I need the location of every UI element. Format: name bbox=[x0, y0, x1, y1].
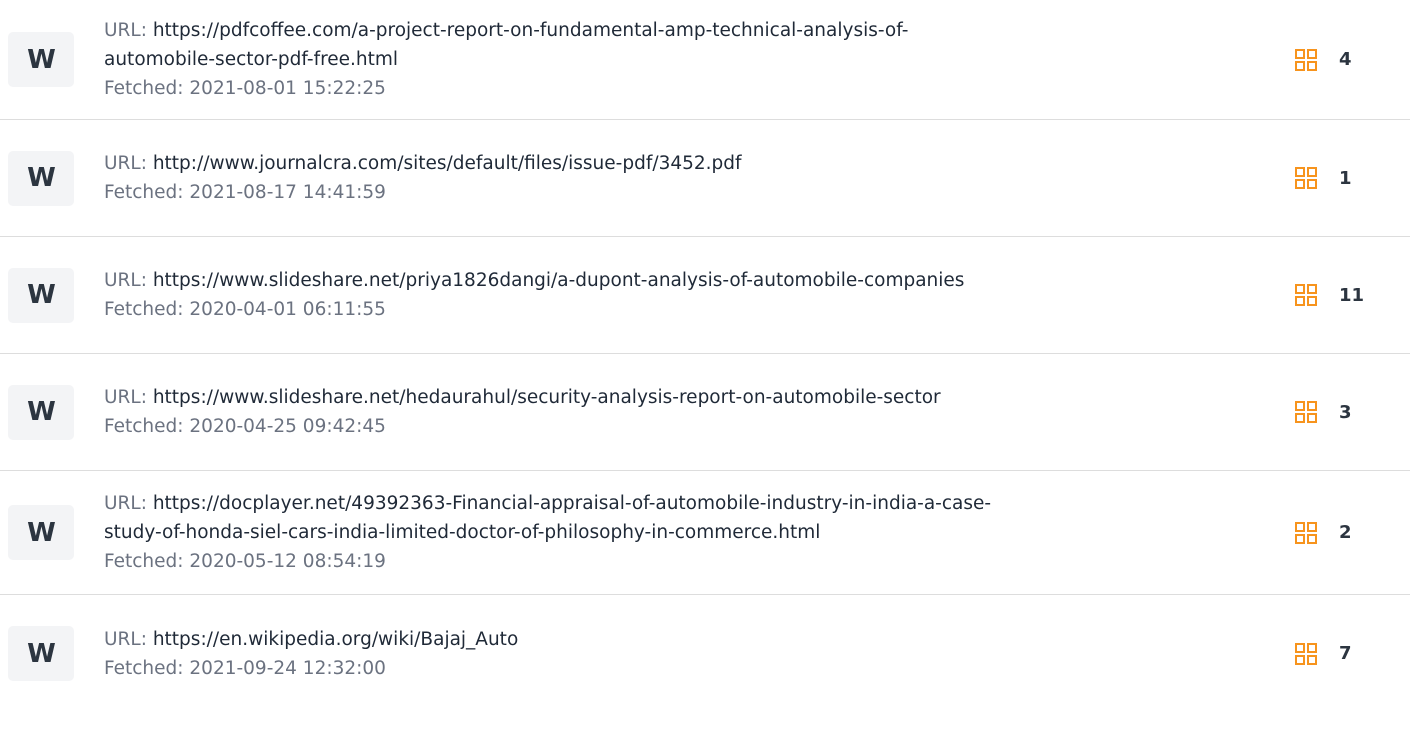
source-info: URL: https://www.slideshare.net/hedaurah… bbox=[104, 383, 1204, 441]
source-list: W URL: https://pdfcoffee.com/a-project-r… bbox=[0, 0, 1410, 712]
source-row: W URL: https://www.slideshare.net/hedaur… bbox=[0, 354, 1410, 471]
fetched-timestamp: Fetched: 2020-05-12 08:54:19 bbox=[104, 551, 386, 572]
match-count-group[interactable]: 2 bbox=[1295, 521, 1363, 544]
source-url-link[interactable]: http://www.journalcra.com/sites/default/… bbox=[153, 153, 742, 174]
url-prefix: URL: bbox=[104, 20, 153, 41]
fetched-timestamp: Fetched: 2021-08-17 14:41:59 bbox=[104, 182, 386, 203]
wiki-w-icon: W bbox=[8, 32, 74, 87]
url-line: URL: https://www.slideshare.net/priya182… bbox=[104, 266, 1204, 295]
source-info: URL: https://www.slideshare.net/priya182… bbox=[104, 266, 1204, 324]
fetched-timestamp: Fetched: 2020-04-01 06:11:55 bbox=[104, 299, 386, 320]
match-count-group[interactable]: 7 bbox=[1295, 642, 1363, 665]
url-line: URL: https://docplayer.net/49392363-Fina… bbox=[104, 489, 1204, 547]
match-count: 4 bbox=[1339, 49, 1352, 70]
match-count-group[interactable]: 11 bbox=[1295, 284, 1364, 306]
wiki-w-icon: W bbox=[8, 626, 74, 681]
source-url-link[interactable]: https://www.slideshare.net/priya1826dang… bbox=[153, 270, 965, 291]
grid-icon bbox=[1295, 642, 1317, 665]
source-url-link[interactable]: https://en.wikipedia.org/wiki/Bajaj_Auto bbox=[153, 629, 518, 650]
url-prefix: URL: bbox=[104, 628, 153, 650]
source-url-link[interactable]: https://docplayer.net/49392363-Financial… bbox=[104, 493, 991, 543]
url-prefix: URL: bbox=[104, 270, 153, 291]
fetched-timestamp: Fetched: 2020-04-25 09:42:45 bbox=[104, 416, 386, 437]
url-prefix: URL: bbox=[104, 387, 153, 408]
grid-icon bbox=[1295, 284, 1317, 306]
source-row: W URL: https://www.slideshare.net/priya1… bbox=[0, 237, 1410, 354]
wiki-w-icon: W bbox=[8, 267, 74, 323]
source-row: W URL: http://www.journalcra.com/sites/d… bbox=[0, 120, 1410, 237]
source-info: URL: http://www.journalcra.com/sites/def… bbox=[104, 149, 1204, 207]
source-info: URL: https://docplayer.net/49392363-Fina… bbox=[104, 489, 1204, 576]
grid-icon bbox=[1295, 401, 1317, 423]
match-count: 1 bbox=[1339, 167, 1352, 189]
grid-icon bbox=[1295, 48, 1317, 71]
wiki-w-icon: W bbox=[8, 150, 74, 206]
url-prefix: URL: bbox=[104, 493, 153, 514]
match-count-group[interactable]: 1 bbox=[1295, 167, 1363, 189]
match-count: 11 bbox=[1339, 284, 1365, 306]
source-info: URL: https://en.wikipedia.org/wiki/Bajaj… bbox=[104, 625, 1204, 683]
fetched-timestamp: Fetched: 2021-09-24 12:32:00 bbox=[104, 657, 386, 679]
url-prefix: URL: bbox=[104, 153, 153, 174]
match-count: 7 bbox=[1339, 643, 1352, 664]
wiki-w-icon: W bbox=[8, 505, 74, 560]
grid-icon bbox=[1295, 521, 1317, 544]
match-count: 3 bbox=[1339, 401, 1352, 423]
url-line: URL: https://en.wikipedia.org/wiki/Bajaj… bbox=[104, 625, 1204, 654]
grid-icon bbox=[1295, 167, 1317, 189]
source-row: W URL: https://pdfcoffee.com/a-project-r… bbox=[0, 0, 1410, 120]
wiki-w-icon: W bbox=[8, 384, 74, 440]
match-count: 2 bbox=[1339, 522, 1352, 543]
match-count-group[interactable]: 4 bbox=[1295, 48, 1363, 71]
url-line: URL: http://www.journalcra.com/sites/def… bbox=[104, 149, 1204, 178]
url-line: URL: https://pdfcoffee.com/a-project-rep… bbox=[104, 16, 1204, 74]
source-info: URL: https://pdfcoffee.com/a-project-rep… bbox=[104, 16, 1204, 103]
source-row: W URL: https://en.wikipedia.org/wiki/Baj… bbox=[0, 595, 1410, 712]
url-line: URL: https://www.slideshare.net/hedaurah… bbox=[104, 383, 1204, 412]
fetched-timestamp: Fetched: 2021-08-01 15:22:25 bbox=[104, 78, 386, 99]
match-count-group[interactable]: 3 bbox=[1295, 401, 1363, 423]
source-url-link[interactable]: https://pdfcoffee.com/a-project-report-o… bbox=[104, 20, 908, 70]
source-row: W URL: https://docplayer.net/49392363-Fi… bbox=[0, 471, 1410, 595]
source-url-link[interactable]: https://www.slideshare.net/hedaurahul/se… bbox=[153, 387, 941, 408]
